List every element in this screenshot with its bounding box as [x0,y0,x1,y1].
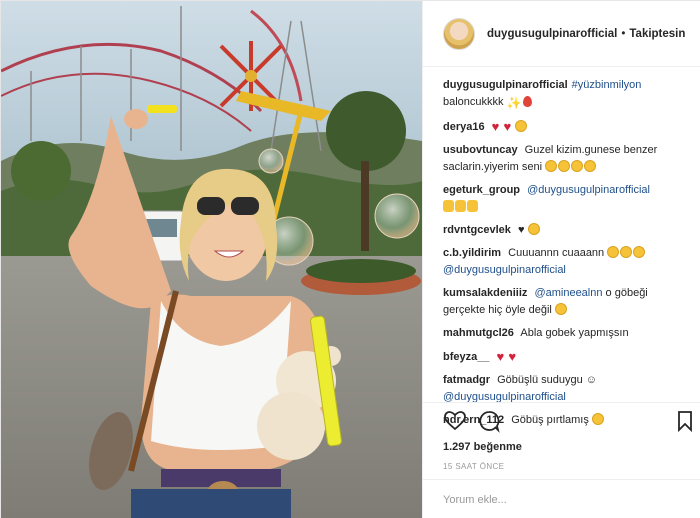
comment-item: derya16 ♥ ♥ [443,118,688,136]
author-username[interactable]: duygusugulpinarofficial [487,28,617,40]
post-photo[interactable] [1,1,422,518]
grin-emoji-icon [584,160,597,172]
amusement-park-photo [1,1,422,518]
thumbs-up-emoji-icon [455,200,466,212]
add-comment-area [423,479,700,518]
comment-username[interactable]: egeturk_group [443,184,520,196]
laugh-emoji-icon [554,303,567,315]
comment-item: bfeyza__ ♥ ♥ [443,348,688,366]
comment-text: ♥ [517,224,525,236]
laugh-emoji-icon [633,246,646,258]
post-actions [423,402,700,434]
comment-text: Cuuuannn cuaaann [508,247,605,259]
comment-item: fatmadgr Göbüşlü suduygu ☺ @duygusugulpi… [443,372,688,406]
laugh-emoji-icon [620,246,633,258]
header-separator: • [621,27,626,40]
bookmark-icon[interactable] [673,409,697,433]
following-status-button[interactable]: Takiptesin [629,28,685,40]
comment-item: rdvntgcevlek ♥ [443,222,688,239]
balloon-emoji-icon [522,96,532,107]
comment-list: duygusugulpinarofficial #yüzbinmilyon bal… [423,71,700,429]
thumbs-up-emoji-icon [443,200,454,212]
comment-username[interactable]: c.b.yildirim [443,247,501,259]
comment-username[interactable]: kumsalakdeniiiz [443,287,527,299]
comment-username[interactable]: derya16 [443,121,485,133]
caption: duygusugulpinarofficial #yüzbinmilyon bal… [443,77,688,112]
heart-emoji-icon: ♥ [508,349,517,364]
comment-bubble-icon[interactable] [477,409,501,433]
comment-username[interactable]: fatmadgr [443,374,490,386]
instagram-post-frame: duygusugulpinarofficial • Takiptesin duy… [0,0,700,518]
comment-mention[interactable]: @duygusugulpinarofficial [527,184,650,196]
caption-text: baloncukkkk [443,96,504,108]
heart-icon[interactable] [443,409,467,433]
comment-username[interactable]: mahmutgcl26 [443,327,514,339]
like-count[interactable]: 1.297 beğenme [443,441,522,453]
grin-emoji-icon [571,160,584,172]
comment-username[interactable]: bfeyza__ [443,351,489,363]
comment-username[interactable]: rdvntgcevlek [443,224,511,236]
add-comment-input[interactable] [443,491,683,509]
comment-item: c.b.yildirim Cuuuannn cuaaann @duygusugu… [443,245,688,279]
heart-emoji-icon: ♥ [503,119,512,134]
comment-item: kumsalakdeniiiz @amineealnn o göbeği ger… [443,285,688,319]
laugh-emoji-icon [607,246,620,258]
comment-username[interactable]: usubovtuncay [443,144,518,156]
kiss-emoji-icon [515,120,528,132]
comment-item: usubovtuncay Guzel kizim.gunese benzer s… [443,142,688,176]
comment-text: Göbüşlü suduygu ☺ [497,374,598,386]
grin-emoji-icon [558,160,571,172]
heart-emoji-icon: ♥ [491,119,500,134]
grin-emoji-icon [545,160,558,172]
comment-mention[interactable]: @amineealnn [534,287,602,299]
post-side-panel: duygusugulpinarofficial • Takiptesin duy… [422,1,700,518]
smile-emoji-icon [527,223,540,235]
post-header: duygusugulpinarofficial • Takiptesin [423,1,700,67]
thumbs-up-emoji-icon [467,200,478,212]
caption-username[interactable]: duygusugulpinarofficial [443,79,568,91]
post-timestamp: 15 SAAT ÖNCE [443,462,505,471]
author-avatar[interactable] [443,17,475,50]
sparkle-emoji-icon: ✨ [506,96,522,110]
comment-item: mahmutgcl26 Abla gobek yapmışsın [443,325,688,342]
heart-emoji-icon: ♥ [496,349,505,364]
comment-mention[interactable]: @duygusugulpinarofficial [443,264,566,276]
comment-text: Abla gobek yapmışsın [520,327,629,339]
caption-hashtag[interactable]: #yüzbinmilyon [572,79,642,91]
comment-item: egeturk_group @duygusugulpinarofficial [443,182,688,216]
